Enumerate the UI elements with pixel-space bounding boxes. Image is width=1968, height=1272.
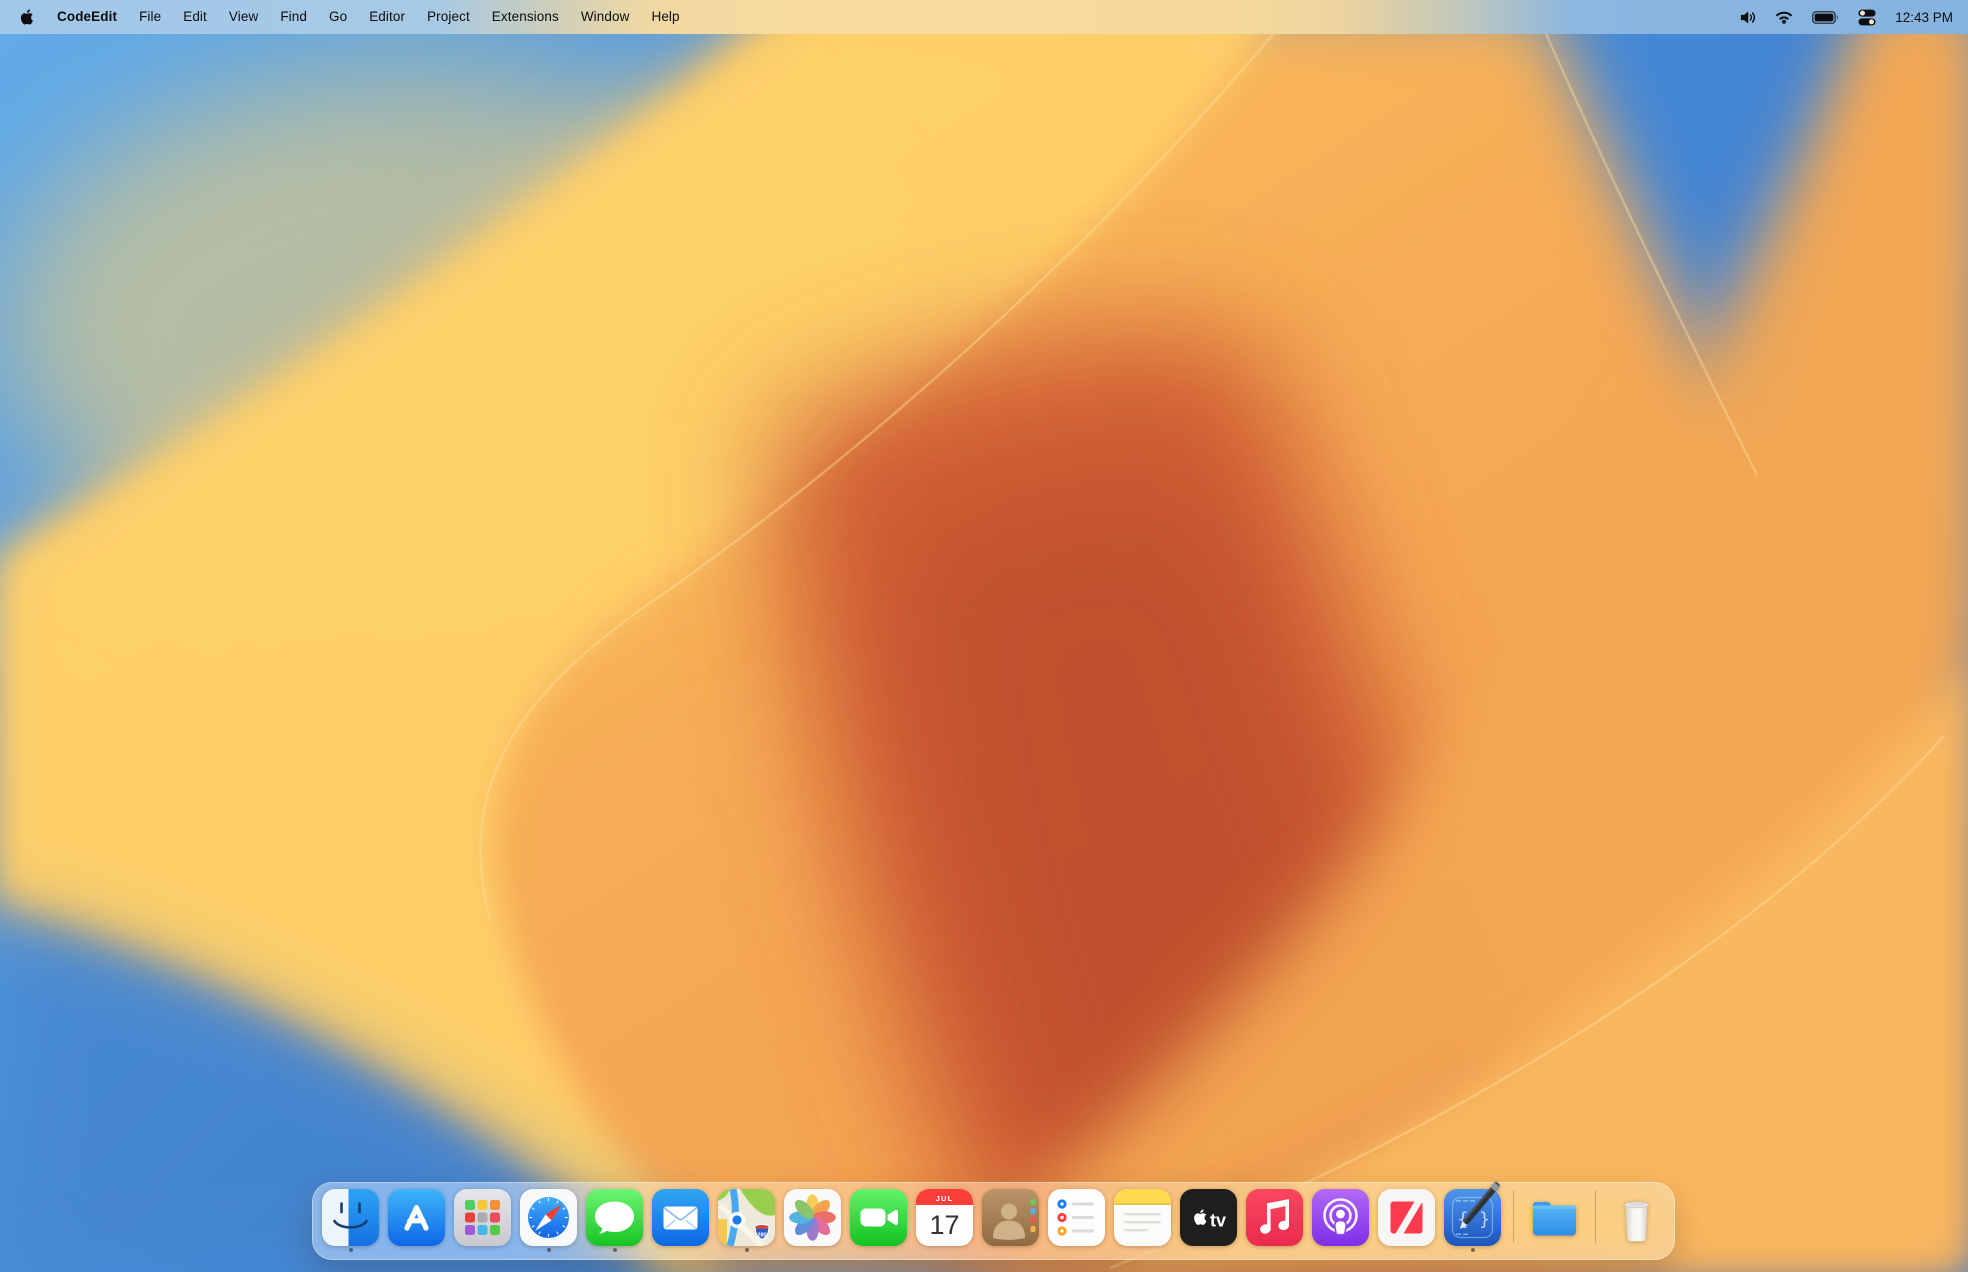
menu-edit[interactable]: Edit bbox=[172, 0, 218, 34]
mail-app-icon bbox=[652, 1189, 709, 1246]
running-indicator bbox=[349, 1248, 353, 1252]
calendar-app-icon: JUL 17 bbox=[916, 1189, 973, 1246]
dock-icon-notes[interactable] bbox=[1114, 1189, 1171, 1246]
menu-window[interactable]: Window bbox=[570, 0, 641, 34]
folder-icon bbox=[1526, 1189, 1583, 1246]
photos-app-icon bbox=[784, 1189, 841, 1246]
menu-view[interactable]: View bbox=[218, 0, 269, 34]
dock-icon-launchpad[interactable] bbox=[454, 1189, 511, 1246]
svg-text:280: 280 bbox=[757, 1233, 766, 1239]
menu-help[interactable]: Help bbox=[640, 0, 690, 34]
dock-icon-mail[interactable] bbox=[652, 1189, 709, 1246]
calendar-day: 17 bbox=[929, 1210, 959, 1240]
tv-label: tv bbox=[1210, 1211, 1226, 1231]
maps-app-icon: 280 bbox=[718, 1189, 775, 1246]
menu-bar: CodeEdit File Edit View Find Go Editor P… bbox=[0, 0, 1968, 34]
menu-app-name[interactable]: CodeEdit bbox=[46, 0, 128, 34]
battery-icon[interactable] bbox=[1812, 0, 1839, 34]
dock-icon-app-store[interactable] bbox=[388, 1189, 445, 1246]
dock-divider bbox=[1595, 1190, 1596, 1243]
dock-icon-messages[interactable] bbox=[586, 1189, 643, 1246]
finder-app-icon bbox=[322, 1189, 379, 1246]
menu-file[interactable]: File bbox=[128, 0, 172, 34]
volume-icon[interactable] bbox=[1738, 0, 1756, 34]
dock-icon-trash[interactable] bbox=[1608, 1189, 1665, 1246]
desktop: CodeEdit File Edit View Find Go Editor P… bbox=[0, 0, 1968, 1272]
music-app-icon bbox=[1246, 1189, 1303, 1246]
dock-icon-podcasts[interactable] bbox=[1312, 1189, 1369, 1246]
menu-bar-menus: CodeEdit File Edit View Find Go Editor P… bbox=[0, 0, 691, 34]
launchpad-app-icon bbox=[454, 1189, 511, 1246]
wallpaper-image bbox=[0, 0, 1968, 1272]
facetime-app-icon bbox=[850, 1189, 907, 1246]
running-indicator bbox=[613, 1248, 617, 1252]
messages-app-icon bbox=[586, 1189, 643, 1246]
tv-app-icon: tv bbox=[1180, 1189, 1237, 1246]
running-indicator bbox=[547, 1248, 551, 1252]
dock-icon-news[interactable] bbox=[1378, 1189, 1435, 1246]
notes-app-icon bbox=[1114, 1189, 1171, 1246]
menu-editor[interactable]: Editor bbox=[358, 0, 416, 34]
app-store-app-icon bbox=[388, 1189, 445, 1246]
control-center-icon[interactable] bbox=[1858, 0, 1876, 34]
safari-app-icon bbox=[520, 1189, 577, 1246]
calendar-month: JUL bbox=[936, 1194, 954, 1203]
dock-icon-codeedit[interactable]: { } bbox=[1444, 1189, 1501, 1246]
dock-icon-reminders[interactable] bbox=[1048, 1189, 1105, 1246]
codeedit-app-icon: { } bbox=[1444, 1189, 1501, 1246]
dock-icon-downloads-folder[interactable] bbox=[1526, 1189, 1583, 1246]
dock-icon-facetime[interactable] bbox=[850, 1189, 907, 1246]
menu-find[interactable]: Find bbox=[269, 0, 318, 34]
dock-divider bbox=[1513, 1190, 1514, 1243]
contacts-app-icon bbox=[982, 1189, 1039, 1246]
menu-bar-status: 12:43 PM bbox=[1738, 0, 1968, 34]
dock-icon-maps[interactable]: 280 bbox=[718, 1189, 775, 1246]
dock-icon-calendar[interactable]: JUL 17 bbox=[916, 1189, 973, 1246]
apple-menu[interactable] bbox=[19, 0, 46, 34]
trash-icon bbox=[1608, 1189, 1665, 1246]
dock-icon-photos[interactable] bbox=[784, 1189, 841, 1246]
dock-icon-music[interactable] bbox=[1246, 1189, 1303, 1246]
dock-icon-contacts[interactable] bbox=[982, 1189, 1039, 1246]
wifi-icon[interactable] bbox=[1775, 0, 1793, 34]
dock-icon-tv[interactable]: tv bbox=[1180, 1189, 1237, 1246]
news-app-icon bbox=[1378, 1189, 1435, 1246]
dock-icon-safari[interactable] bbox=[520, 1189, 577, 1246]
reminders-app-icon bbox=[1048, 1189, 1105, 1246]
menu-go[interactable]: Go bbox=[318, 0, 358, 34]
podcasts-app-icon bbox=[1312, 1189, 1369, 1246]
menu-project[interactable]: Project bbox=[416, 0, 481, 34]
running-indicator bbox=[745, 1248, 749, 1252]
menu-bar-clock[interactable]: 12:43 PM bbox=[1895, 10, 1953, 25]
dock: 280 bbox=[312, 1182, 1675, 1260]
dock-icon-finder[interactable] bbox=[322, 1189, 379, 1246]
running-indicator bbox=[1471, 1248, 1475, 1252]
apple-icon bbox=[19, 8, 34, 26]
menu-extensions[interactable]: Extensions bbox=[481, 0, 570, 34]
